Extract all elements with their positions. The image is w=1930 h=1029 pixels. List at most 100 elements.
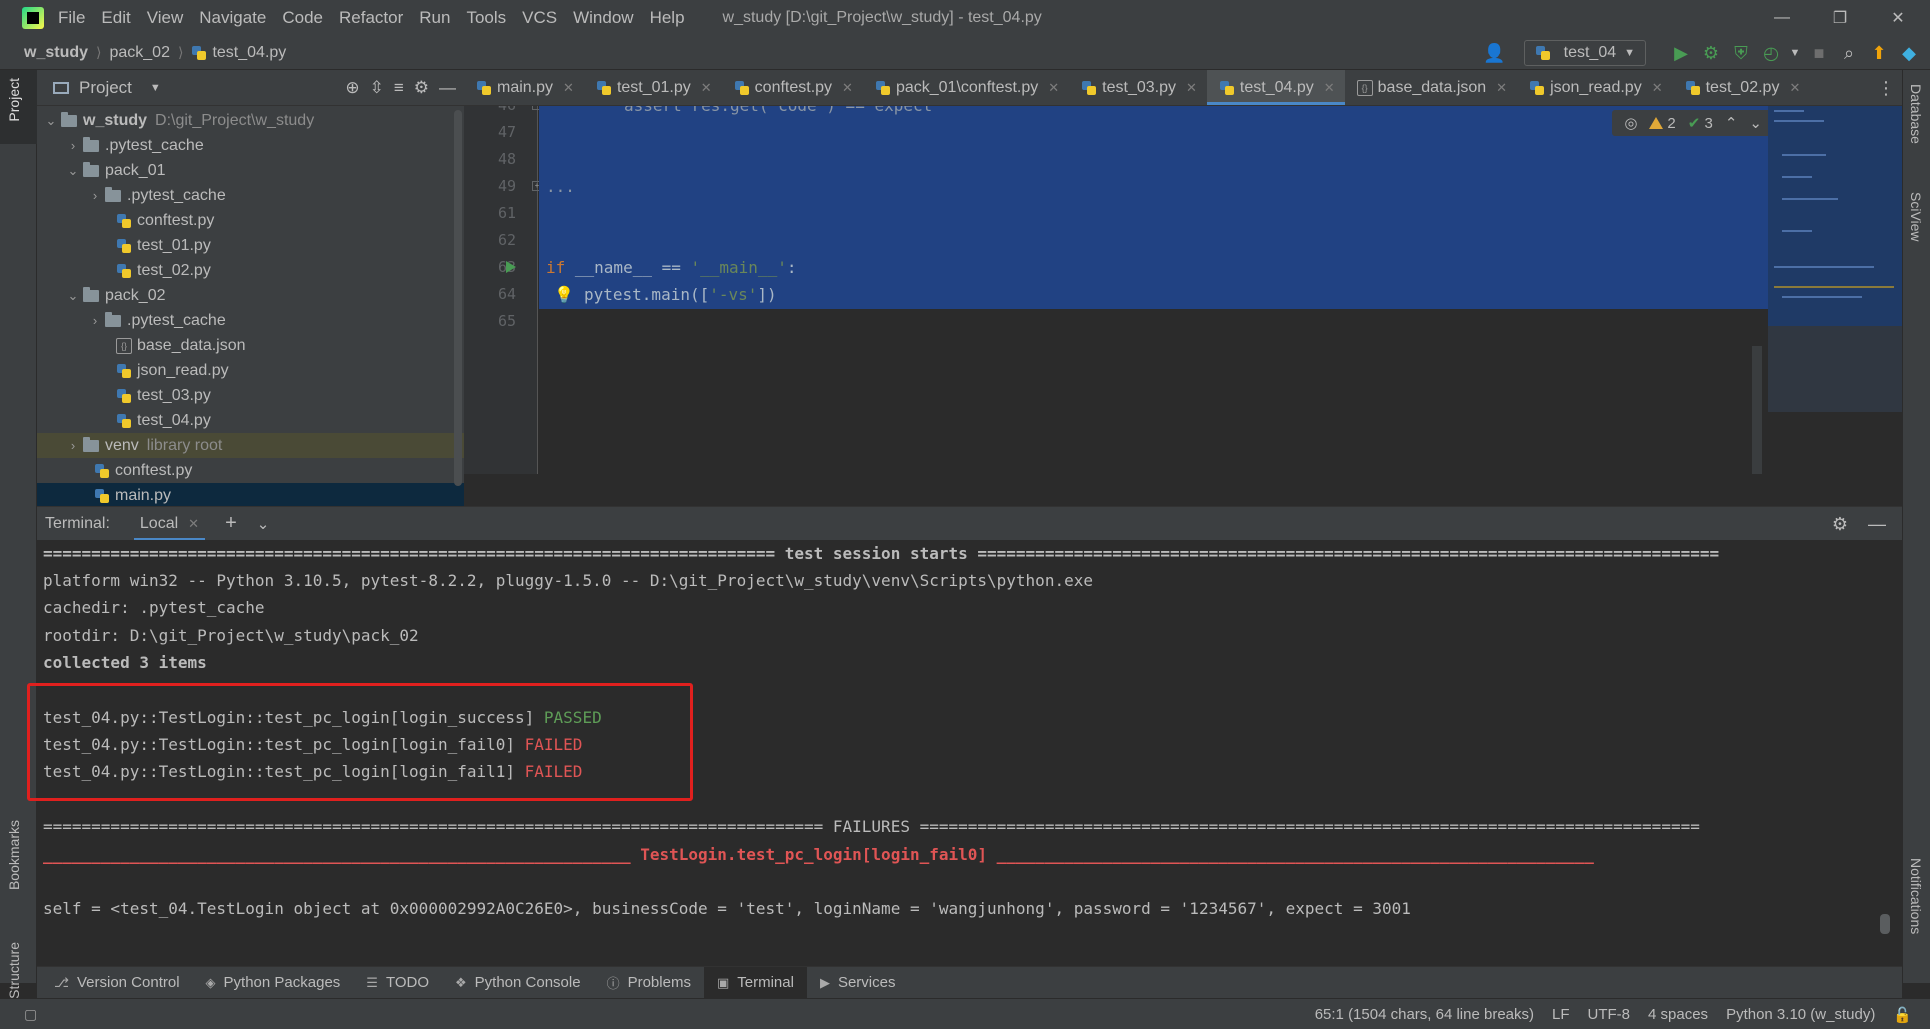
tree-item-pytest-cache[interactable]: › .pytest_cache [37, 133, 464, 158]
close-tab-icon[interactable]: ✕ [1789, 80, 1800, 96]
line-separator[interactable]: LF [1552, 1006, 1570, 1023]
tree-item-conftest[interactable]: conftest.py [37, 208, 464, 233]
tab-notifications[interactable]: Notifications [1908, 858, 1924, 934]
chevron-right-icon[interactable]: › [85, 313, 105, 328]
menu-code[interactable]: Code [282, 8, 323, 28]
tab-sciview[interactable]: SciView [1908, 192, 1924, 242]
ok-count[interactable]: ✔ 3 [1688, 114, 1713, 132]
tab-test-01-py[interactable]: test_01.py ✕ [584, 70, 722, 105]
tree-item-test-04[interactable]: test_04.py [37, 408, 464, 433]
chevron-down-icon[interactable]: ▼ [150, 82, 161, 94]
breadcrumb-file[interactable]: test_04.py [212, 44, 286, 62]
close-tab-icon[interactable]: ✕ [1496, 80, 1507, 96]
restore-button[interactable]: ❐ [1812, 0, 1868, 36]
chevron-down-icon[interactable]: ⌄ [63, 288, 83, 304]
tab-project[interactable]: Project [6, 78, 22, 122]
debug-icon[interactable]: ⚙ [1696, 38, 1726, 68]
coverage-icon[interactable]: ⛨ [1726, 38, 1756, 68]
expand-all-icon[interactable]: ⇳ [370, 78, 384, 98]
more-run-chevron-icon[interactable]: ▼ [1786, 38, 1804, 68]
caret-position[interactable]: 65:1 (1504 chars, 64 line breaks) [1315, 1006, 1534, 1023]
chevron-down-icon[interactable]: ⌄ [41, 113, 61, 129]
chevron-right-icon[interactable]: › [63, 438, 83, 453]
close-tab-icon[interactable]: ✕ [1186, 80, 1197, 96]
add-terminal-icon[interactable]: + [225, 512, 237, 535]
chevron-right-icon[interactable]: › [63, 138, 83, 153]
lock-icon[interactable]: 🔓 [1893, 1006, 1912, 1024]
code-editor[interactable]: 46 47 48 49 61 62 63 64 65 - + assert re… [464, 106, 1902, 474]
close-tab-icon[interactable]: ✕ [1652, 80, 1663, 96]
close-tab-icon[interactable]: ✕ [701, 80, 712, 96]
file-encoding[interactable]: UTF-8 [1588, 1006, 1631, 1023]
menu-tools[interactable]: Tools [466, 8, 506, 28]
toggle-tool-windows-icon[interactable]: ▢ [24, 1006, 37, 1023]
tab-database[interactable]: Database [1908, 84, 1924, 144]
close-tab-icon[interactable]: ✕ [1324, 80, 1335, 96]
tab-bookmarks[interactable]: Bookmarks [6, 820, 22, 890]
editor-scrollbar[interactable] [1752, 346, 1762, 474]
run-gutter-icon[interactable] [506, 261, 516, 273]
python-interpreter[interactable]: Python 3.10 (w_study) [1726, 1006, 1875, 1023]
hide-panel-icon[interactable]: — [1868, 514, 1886, 535]
tree-item-pytest-cache[interactable]: › .pytest_cache [37, 183, 464, 208]
project-scrollbar[interactable] [454, 110, 462, 486]
tab-main-py[interactable]: main.py ✕ [464, 70, 584, 105]
indent-setting[interactable]: 4 spaces [1648, 1006, 1708, 1023]
tree-item-pytest-cache[interactable]: › .pytest_cache [37, 308, 464, 333]
tool-todo[interactable]: ☰ TODO [353, 967, 442, 999]
stop-icon[interactable]: ■ [1804, 38, 1834, 68]
tool-version-control[interactable]: ⎇ Version Control [41, 967, 193, 999]
menu-edit[interactable]: Edit [101, 8, 130, 28]
tree-item-base-data-json[interactable]: {} base_data.json [37, 333, 464, 358]
run-icon[interactable]: ▶ [1666, 38, 1696, 68]
tree-item-test-01[interactable]: test_01.py [37, 233, 464, 258]
close-tab-icon[interactable]: ✕ [842, 80, 853, 96]
update-icon[interactable]: ⬆ [1864, 38, 1894, 68]
tree-item-test-02[interactable]: test_02.py [37, 258, 464, 283]
user-account-icon[interactable]: 👤 [1480, 38, 1510, 68]
chevron-down-icon[interactable]: ⌄ [257, 515, 270, 533]
tree-item-json-read[interactable]: json_read.py [37, 358, 464, 383]
profile-icon[interactable]: ◴ [1756, 38, 1786, 68]
tab-structure[interactable]: Structure [6, 942, 22, 999]
breadcrumb-project[interactable]: w_study [24, 44, 88, 62]
run-config-selector[interactable]: test_04 ▼ [1523, 40, 1646, 66]
code-folded[interactable]: ... [546, 177, 575, 196]
gear-icon[interactable]: ⚙ [1832, 514, 1848, 535]
minimize-button[interactable]: — [1754, 0, 1810, 36]
menu-window[interactable]: Window [573, 8, 633, 28]
menu-view[interactable]: View [147, 8, 184, 28]
tab-test-02-py[interactable]: test_02.py ✕ [1673, 70, 1811, 105]
tab-test-03-py[interactable]: test_03.py ✕ [1069, 70, 1207, 105]
menu-navigate[interactable]: Navigate [199, 8, 266, 28]
minimap-viewport[interactable] [1768, 326, 1902, 412]
menu-vcs[interactable]: VCS [522, 8, 557, 28]
tool-problems[interactable]: ⓘ Problems [594, 967, 704, 999]
menu-run[interactable]: Run [419, 8, 450, 28]
tool-services[interactable]: ▶ Services [807, 967, 909, 999]
inspection-widget[interactable]: ◎ 2 ✔ 3 ⌃ ⌄ [1612, 110, 1774, 136]
close-tab-icon[interactable]: ✕ [563, 80, 574, 96]
tree-item-w-study[interactable]: ⌄ w_study D:\git_Project\w_study [37, 108, 464, 133]
chevron-right-icon[interactable]: › [85, 188, 105, 203]
tab-json-read-py[interactable]: json_read.py ✕ [1517, 70, 1673, 105]
tree-item-pack-02[interactable]: ⌄ pack_02 [37, 283, 464, 308]
tab-conftest-py[interactable]: conftest.py ✕ [722, 70, 863, 105]
menu-file[interactable]: File [58, 8, 85, 28]
next-highlight-icon[interactable]: ⌄ [1749, 114, 1762, 132]
tab-pack01-conftest-py[interactable]: pack_01\conftest.py ✕ [863, 70, 1069, 105]
tab-base-data-json[interactable]: {} base_data.json ✕ [1345, 70, 1517, 105]
gear-icon[interactable]: ⚙ [414, 78, 429, 98]
locate-file-icon[interactable]: ⊕ [345, 78, 359, 98]
menu-help[interactable]: Help [650, 8, 685, 28]
tree-item-test-03[interactable]: test_03.py [37, 383, 464, 408]
close-tab-icon[interactable]: ✕ [1048, 80, 1059, 96]
previous-highlight-icon[interactable]: ⌃ [1725, 114, 1738, 132]
menu-refactor[interactable]: Refactor [339, 8, 403, 28]
reader-mode-icon[interactable]: ◎ [1624, 114, 1637, 132]
tool-python-console[interactable]: ❖ Python Console [442, 967, 594, 999]
collapse-all-icon[interactable]: ≡ [394, 78, 404, 98]
chevron-down-icon[interactable]: ⌄ [63, 163, 83, 179]
warning-count[interactable]: 2 [1649, 115, 1676, 132]
tab-test-04-py[interactable]: test_04.py ✕ [1206, 70, 1345, 105]
